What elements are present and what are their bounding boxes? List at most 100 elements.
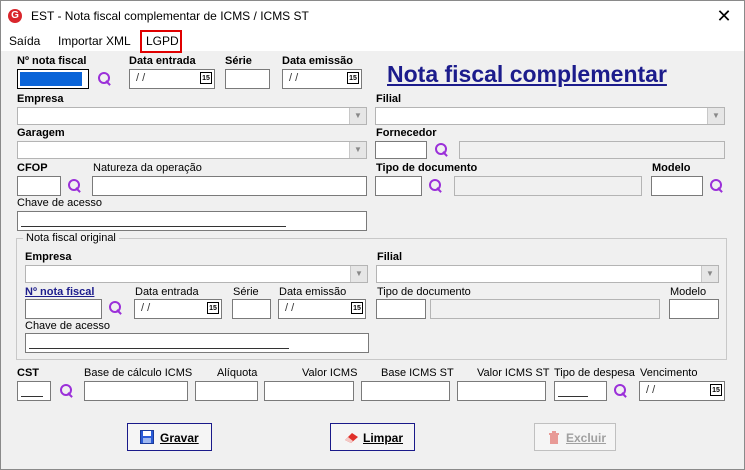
original-filial-select[interactable]: ▼ bbox=[376, 265, 719, 283]
gravar-button[interactable]: Gravar bbox=[127, 423, 212, 451]
calendar-icon[interactable]: 15 bbox=[351, 302, 363, 314]
calendar-icon[interactable]: 15 bbox=[200, 72, 212, 84]
base-icms-input[interactable] bbox=[84, 381, 188, 401]
app-logo-icon: G bbox=[8, 9, 22, 23]
original-modelo-input[interactable] bbox=[669, 299, 719, 319]
label-natureza: Natureza da operação bbox=[93, 162, 202, 174]
label-original-data-entrada: Data entrada bbox=[135, 286, 199, 298]
serie-input[interactable] bbox=[225, 69, 270, 89]
cst-input[interactable] bbox=[17, 381, 51, 401]
label-numero-nf: Nº nota fiscal bbox=[17, 55, 87, 67]
label-data-emissao: Data emissão bbox=[282, 55, 353, 67]
label-original-tipo-documento: Tipo de documento bbox=[377, 286, 471, 298]
limpar-label: Limpar bbox=[363, 431, 404, 445]
excluir-button[interactable]: Excluir bbox=[534, 423, 616, 451]
original-data-emissao-input[interactable]: / / 15 bbox=[278, 299, 366, 319]
calendar-icon[interactable]: 15 bbox=[347, 72, 359, 84]
label-cfop: CFOP bbox=[17, 162, 48, 174]
menu-bar: Saída Importar XML LGPD bbox=[1, 31, 744, 51]
base-icms-st-input[interactable] bbox=[361, 381, 450, 401]
calendar-icon[interactable]: 15 bbox=[710, 384, 722, 396]
original-serie-input[interactable] bbox=[232, 299, 271, 319]
cfop-input[interactable] bbox=[17, 176, 61, 196]
fornecedor-name-field bbox=[459, 141, 725, 159]
trash-icon bbox=[549, 431, 559, 444]
label-original-chave-acesso: Chave de acesso bbox=[25, 320, 110, 332]
tipo-documento-desc-field bbox=[454, 176, 642, 196]
label-original-serie: Série bbox=[233, 286, 259, 298]
chevron-down-icon: ▼ bbox=[707, 108, 724, 124]
search-icon[interactable] bbox=[709, 178, 725, 194]
search-icon[interactable] bbox=[59, 383, 75, 399]
original-empresa-select[interactable]: ▼ bbox=[25, 265, 368, 283]
original-chave-acesso-input[interactable] bbox=[25, 333, 369, 353]
original-data-entrada-input[interactable]: / / 15 bbox=[134, 299, 222, 319]
numero-nf-selection bbox=[20, 72, 82, 86]
input-mask-line bbox=[29, 348, 289, 349]
chevron-down-icon: ▼ bbox=[350, 266, 367, 282]
vencimento-value: / / bbox=[646, 384, 656, 396]
data-emissao-input[interactable]: / / 15 bbox=[282, 69, 362, 89]
close-icon[interactable]: ✕ bbox=[709, 4, 739, 28]
chevron-down-icon: ▼ bbox=[349, 142, 366, 158]
chave-acesso-input[interactable] bbox=[17, 211, 367, 231]
label-data-entrada: Data entrada bbox=[129, 55, 196, 67]
original-tipo-documento-input[interactable] bbox=[376, 299, 426, 319]
label-original-data-emissao: Data emissão bbox=[279, 286, 347, 298]
natureza-operacao-input[interactable] bbox=[92, 176, 367, 196]
modelo-input[interactable] bbox=[651, 176, 703, 196]
label-tipo-despesa: Tipo de despesa bbox=[554, 367, 635, 379]
empresa-select[interactable]: ▼ bbox=[17, 107, 367, 125]
original-tipo-documento-desc-field bbox=[430, 299, 660, 319]
label-chave-acesso: Chave de acesso bbox=[17, 197, 102, 209]
search-icon[interactable] bbox=[428, 178, 444, 194]
tipo-despesa-input[interactable] bbox=[554, 381, 607, 401]
excluir-label: Excluir bbox=[566, 431, 607, 445]
label-base-icms: Base de cálculo ICMS bbox=[84, 367, 193, 379]
label-modelo: Modelo bbox=[652, 162, 691, 174]
valor-icms-input[interactable] bbox=[264, 381, 354, 401]
search-icon[interactable] bbox=[613, 383, 629, 399]
window-title: EST - Nota fiscal complementar de ICMS /… bbox=[31, 9, 309, 23]
label-fornecedor: Fornecedor bbox=[376, 127, 437, 139]
valor-icms-st-input[interactable] bbox=[457, 381, 546, 401]
numero-nf-input[interactable] bbox=[17, 69, 89, 89]
search-icon[interactable] bbox=[97, 71, 113, 87]
label-original-filial: Filial bbox=[377, 251, 403, 263]
label-valor-icms-st: Valor ICMS ST bbox=[477, 367, 550, 379]
label-valor-icms: Valor ICMS bbox=[302, 367, 358, 379]
aliquota-input[interactable] bbox=[195, 381, 258, 401]
data-emissao-value: / / bbox=[289, 72, 299, 84]
original-numero-nf-input[interactable] bbox=[25, 299, 102, 319]
vencimento-input[interactable]: / / 15 bbox=[639, 381, 725, 401]
garagem-select[interactable]: ▼ bbox=[17, 141, 367, 159]
input-mask-line bbox=[558, 396, 588, 397]
menu-importar-xml[interactable]: Importar XML bbox=[58, 34, 131, 48]
title-bar: G EST - Nota fiscal complementar de ICMS… bbox=[1, 1, 744, 31]
eraser-icon bbox=[345, 433, 358, 443]
calendar-icon[interactable]: 15 bbox=[207, 302, 219, 314]
search-icon[interactable] bbox=[108, 300, 124, 316]
input-mask-line bbox=[21, 396, 43, 397]
data-entrada-input[interactable]: / / 15 bbox=[129, 69, 215, 89]
label-base-icms-st: Base ICMS ST bbox=[381, 367, 454, 379]
search-icon[interactable] bbox=[67, 178, 83, 194]
label-original-modelo: Modelo bbox=[670, 286, 707, 298]
limpar-button[interactable]: Limpar bbox=[330, 423, 415, 451]
tipo-documento-input[interactable] bbox=[375, 176, 422, 196]
main-window: G EST - Nota fiscal complementar de ICMS… bbox=[0, 0, 745, 470]
save-disk-icon bbox=[140, 430, 154, 444]
chevron-down-icon: ▼ bbox=[349, 108, 366, 124]
search-icon[interactable] bbox=[434, 142, 450, 158]
fornecedor-code-input[interactable] bbox=[375, 141, 427, 159]
group-title: Nota fiscal original bbox=[23, 232, 119, 244]
lgpd-highlight-box bbox=[140, 30, 182, 53]
filial-select[interactable]: ▼ bbox=[375, 107, 725, 125]
label-garagem: Garagem bbox=[17, 127, 65, 139]
label-cst: CST bbox=[17, 367, 39, 379]
menu-saida[interactable]: Saída bbox=[9, 34, 40, 48]
label-serie: Série bbox=[225, 55, 252, 67]
label-original-numero-nf: Nº nota fiscal bbox=[25, 286, 95, 298]
label-filial: Filial bbox=[376, 93, 402, 105]
original-data-entrada-value: / / bbox=[141, 302, 151, 314]
